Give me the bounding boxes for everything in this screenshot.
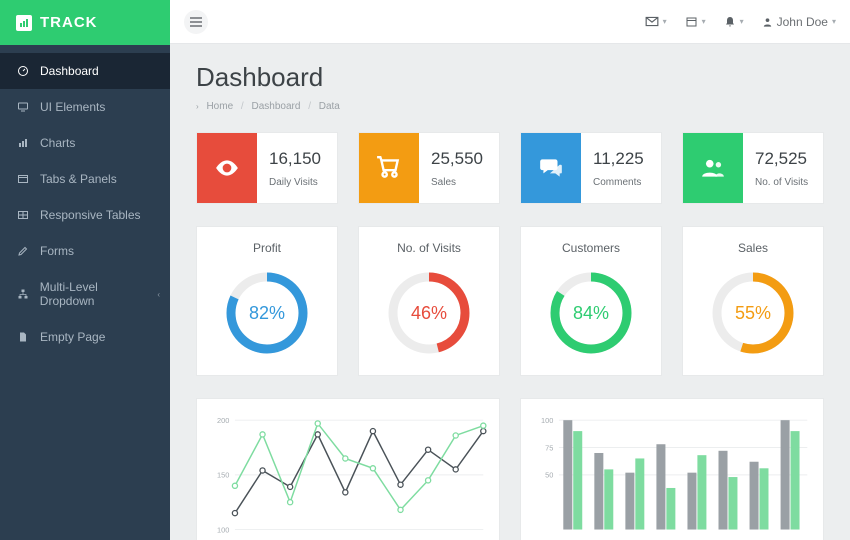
- donut-percent: 55%: [709, 269, 797, 357]
- line-chart: 100 150 200: [196, 398, 500, 540]
- messages-menu[interactable]: ▾: [645, 16, 667, 27]
- stat-label: No. of Visits: [755, 177, 811, 188]
- users-icon: [683, 133, 743, 203]
- sidebar-item-responsive-tables[interactable]: Responsive Tables: [0, 197, 170, 233]
- donut-percent: 82%: [223, 269, 311, 357]
- screen-icon: [16, 101, 30, 113]
- tabs-icon: [16, 173, 30, 185]
- cart-icon: [359, 133, 419, 203]
- stat-value: 11,225: [593, 149, 649, 169]
- file-icon: [16, 331, 30, 343]
- caret-down-icon: ▾: [832, 17, 836, 26]
- donut-chart: 46%: [385, 269, 473, 357]
- main: ▾ ▾ ▾ John Doe ▾ Dashboard: [170, 0, 850, 540]
- envelope-icon: [645, 16, 659, 27]
- comments-icon: [521, 133, 581, 203]
- dashboard-icon: [16, 65, 30, 77]
- donut-chart: 84%: [547, 269, 635, 357]
- bar-chart: 50 75 100: [520, 398, 824, 540]
- eye-icon: [197, 133, 257, 203]
- stat-card-daily-visits[interactable]: 16,150 Daily Visits: [196, 132, 338, 204]
- donut-chart: 82%: [223, 269, 311, 357]
- donut-row: Profit 82% No. of Visits 46% Customers 8…: [196, 226, 824, 376]
- donut-card: No. of Visits 46%: [358, 226, 500, 376]
- edit-icon: [16, 245, 30, 257]
- donut-percent: 84%: [547, 269, 635, 357]
- notifications-menu[interactable]: ▾: [724, 15, 744, 28]
- svg-text:200: 200: [217, 416, 229, 425]
- donut-chart: 55%: [709, 269, 797, 357]
- sidebar: TRACK Dashboard UI Elements Charts: [0, 0, 170, 540]
- breadcrumb-item[interactable]: Data: [319, 101, 340, 112]
- page-title: Dashboard: [196, 62, 824, 93]
- stat-label: Comments: [593, 177, 649, 188]
- topbar: ▾ ▾ ▾ John Doe ▾: [170, 0, 850, 44]
- sidebar-toggle-button[interactable]: [184, 10, 208, 34]
- sidebar-item-forms[interactable]: Forms: [0, 233, 170, 269]
- stat-value: 72,525: [755, 149, 811, 169]
- sidebar-item-charts[interactable]: Charts: [0, 125, 170, 161]
- sidebar-item-label: Responsive Tables: [40, 208, 141, 222]
- chart-row: 100 150 200 50 75 100: [196, 398, 824, 540]
- sidebar-item-ui-elements[interactable]: UI Elements: [0, 89, 170, 125]
- table-icon: [16, 209, 30, 221]
- stat-card-comments[interactable]: 11,225 Comments: [520, 132, 662, 204]
- stat-value: 16,150: [269, 149, 325, 169]
- caret-down-icon: ▾: [740, 17, 744, 26]
- stat-row: 16,150 Daily Visits 25,550 Sales: [196, 132, 824, 204]
- sidebar-item-dashboard[interactable]: Dashboard: [0, 53, 170, 89]
- stat-label: Daily Visits: [269, 177, 325, 188]
- stat-card-sales[interactable]: 25,550 Sales: [358, 132, 500, 204]
- sidebar-item-empty-page[interactable]: Empty Page: [0, 319, 170, 355]
- bell-icon: [724, 15, 736, 28]
- caret-down-icon: ▾: [702, 17, 706, 26]
- sidebar-item-tabs-panels[interactable]: Tabs & Panels: [0, 161, 170, 197]
- stat-card-visits[interactable]: 72,525 No. of Visits: [682, 132, 824, 204]
- sidebar-item-label: Dashboard: [40, 64, 99, 78]
- nav-list: Dashboard UI Elements Charts Tabs & Pane…: [0, 53, 170, 355]
- sidebar-item-label: Tabs & Panels: [40, 172, 117, 186]
- chart-icon: [16, 137, 30, 149]
- svg-text:100: 100: [541, 416, 553, 425]
- donut-percent: 46%: [385, 269, 473, 357]
- svg-text:150: 150: [217, 471, 229, 480]
- donut-card: Profit 82%: [196, 226, 338, 376]
- donut-title: Customers: [531, 241, 651, 255]
- caret-down-icon: ▾: [663, 17, 667, 26]
- svg-text:100: 100: [217, 525, 229, 534]
- stat-label: Sales: [431, 177, 487, 188]
- donut-card: Customers 84%: [520, 226, 662, 376]
- breadcrumb-item[interactable]: Dashboard: [251, 101, 300, 112]
- user-menu[interactable]: John Doe ▾: [762, 15, 836, 29]
- donut-title: Profit: [207, 241, 327, 255]
- sidebar-item-label: Forms: [40, 244, 74, 258]
- chevron-left-icon: ‹: [157, 290, 160, 299]
- brand-text: TRACK: [40, 14, 98, 31]
- sidebar-item-label: Empty Page: [40, 330, 105, 344]
- breadcrumb: › Home / Dashboard / Data: [196, 101, 824, 112]
- donut-title: No. of Visits: [369, 241, 489, 255]
- sidebar-item-label: UI Elements: [40, 100, 105, 114]
- brand[interactable]: TRACK: [0, 0, 170, 45]
- top-actions: ▾ ▾ ▾ John Doe ▾: [645, 15, 836, 29]
- sidebar-item-label: Multi-Level Dropdown: [40, 280, 154, 308]
- panel-icon: [685, 16, 698, 28]
- apps-menu[interactable]: ▾: [685, 16, 706, 28]
- user-icon: [762, 16, 773, 28]
- donut-card: Sales 55%: [682, 226, 824, 376]
- donut-title: Sales: [693, 241, 813, 255]
- hamburger-icon: [190, 17, 202, 27]
- breadcrumb-item[interactable]: Home: [206, 101, 233, 112]
- chevron-right-icon: ›: [196, 102, 199, 111]
- stat-value: 25,550: [431, 149, 487, 169]
- svg-text:50: 50: [545, 471, 553, 480]
- svg-text:75: 75: [545, 443, 553, 452]
- sidebar-item-multi-level-dropdown[interactable]: Multi-Level Dropdown ‹: [0, 269, 170, 319]
- content: Dashboard › Home / Dashboard / Data 16,1…: [170, 44, 850, 540]
- sidebar-item-label: Charts: [40, 136, 75, 150]
- user-name: John Doe: [777, 15, 828, 29]
- sitemap-icon: [16, 288, 30, 300]
- brand-logo-icon: [16, 15, 32, 31]
